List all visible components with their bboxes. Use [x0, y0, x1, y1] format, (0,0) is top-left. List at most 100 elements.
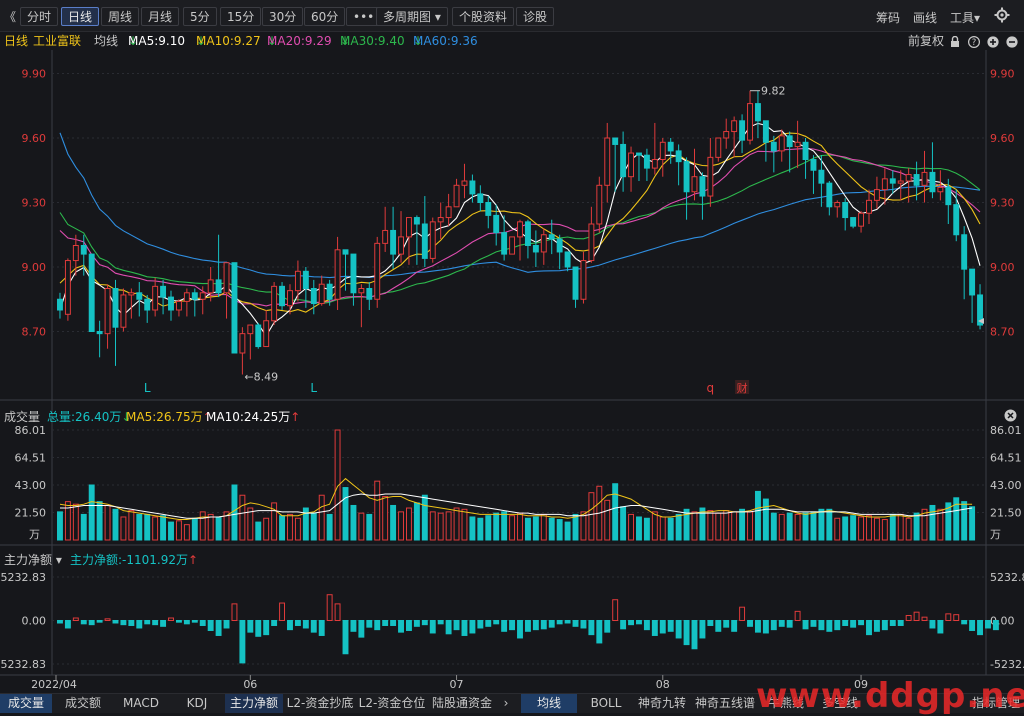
volume-bar: [739, 508, 746, 541]
flow-bar: [897, 620, 904, 626]
low-price-label: ←8.49: [244, 371, 278, 384]
candle-body: [866, 199, 872, 214]
price-tick-label-right: 9.60: [990, 132, 1015, 145]
candle-body: [524, 221, 531, 247]
flow-bar: [517, 620, 523, 639]
flow-bar: [509, 620, 516, 631]
stock-chart[interactable]: 9.90 9.90 9.60 9.60 9.30 9.30 9.00 9.00 8.70 8.70…: [0, 0, 1024, 713]
flow-bar: [88, 620, 95, 626]
tab-northbound[interactable]: 陆股通资金: [429, 694, 495, 713]
volume-bar: [247, 507, 254, 541]
candle-body: [683, 161, 690, 193]
flow-bar: [778, 620, 785, 627]
flow-bar: [937, 620, 944, 634]
candle-body: [604, 137, 611, 186]
flow-bar: [754, 620, 761, 633]
flow-bar: [905, 615, 912, 622]
volume-bar: [675, 513, 682, 541]
flow-bar: [366, 620, 373, 628]
tab-ma[interactable]: 均线: [521, 694, 577, 713]
candle-body: [437, 217, 444, 223]
volume-tick-label: 21.50: [15, 507, 47, 520]
candle-body: [318, 283, 325, 305]
volume-bar: [667, 517, 674, 541]
volume-bar: [231, 484, 238, 541]
event-marker: q: [707, 381, 715, 395]
candle-body: [921, 171, 928, 186]
flow-bar: [120, 620, 127, 626]
flow-bar: [279, 602, 286, 621]
volume-title[interactable]: 成交量: [4, 408, 40, 425]
flow-bar: [866, 620, 872, 636]
candle-body: [786, 135, 793, 148]
volume-bar: [628, 513, 635, 541]
flow-title-dropdown[interactable]: 主力净额 ▾: [4, 551, 62, 568]
caret-down-icon: ▾: [55, 553, 62, 567]
volume-bar: [929, 504, 936, 541]
flow-bar: [271, 620, 278, 626]
price-tick-label: 9.00: [22, 261, 47, 274]
candle-body: [382, 229, 389, 244]
candle-body: [881, 178, 888, 191]
flow-bar: [390, 620, 397, 626]
candle-body: [421, 223, 428, 259]
arrow-up-icon: ↑: [188, 553, 199, 567]
volume-total-text: 总量:26.40万: [47, 410, 122, 424]
tab-main-net[interactable]: 主力净额: [225, 694, 283, 713]
event-marker: L: [144, 381, 151, 395]
tab-volume[interactable]: 成交量: [0, 694, 52, 713]
flow-bar: [810, 620, 817, 627]
candle-body: [636, 152, 642, 156]
candle-body: [64, 260, 71, 315]
volume-bar: [588, 492, 595, 541]
volume-bar: [136, 513, 143, 541]
candle-body: [136, 292, 143, 300]
flow-bar: [255, 620, 262, 637]
tab-boll[interactable]: BOLL: [580, 694, 632, 713]
candle-body: [374, 242, 381, 300]
flow-bar: [873, 620, 880, 632]
candle-body: [207, 279, 214, 294]
volume-bar: [469, 516, 476, 541]
tab-magic-five[interactable]: 神奇五线谱: [692, 694, 758, 713]
volume-bar: [191, 517, 198, 541]
tab-l2-position[interactable]: L2-资金仓位: [357, 694, 427, 713]
volume-bar: [643, 517, 650, 541]
candle-body: [858, 212, 865, 227]
tab-kdj[interactable]: KDJ: [171, 694, 223, 713]
volume-tick-label-right: 43.00: [990, 479, 1022, 492]
tab-l2-bottom[interactable]: L2-资金抄底: [285, 694, 355, 713]
flow-bar: [770, 620, 777, 631]
volume-bar: [152, 516, 159, 541]
candle-body: [152, 285, 159, 311]
flow-tick-label: 5232.83: [1, 571, 47, 584]
candle-body: [183, 292, 190, 302]
candle-body: [279, 285, 286, 307]
flow-bar: [548, 620, 555, 628]
flow-bar: [104, 618, 111, 621]
volume-bar: [88, 484, 95, 541]
flow-bar: [636, 620, 642, 625]
price-tick-label: 9.30: [22, 197, 47, 210]
flow-bar: [992, 620, 999, 631]
volume-bar: [802, 512, 809, 541]
volume-bar: [326, 513, 333, 541]
tab-macd[interactable]: MACD: [114, 694, 168, 713]
tab-magic-nine[interactable]: 神奇九转: [634, 694, 690, 713]
flow-bar: [350, 620, 357, 632]
volume-tick-label: 64.51: [15, 451, 47, 464]
flow-bar: [532, 620, 539, 631]
volume-bar: [493, 512, 500, 541]
candle-body: [469, 180, 476, 195]
volume-bar: [651, 511, 658, 541]
volume-bar: [413, 502, 420, 541]
flow-bar: [667, 620, 674, 632]
flow-bar: [207, 620, 214, 631]
close-panel-icon[interactable]: [1004, 409, 1017, 425]
volume-bar: [826, 508, 833, 541]
flow-bar: [699, 620, 706, 639]
tab-turnover[interactable]: 成交额: [55, 694, 111, 713]
flow-bar: [374, 620, 381, 631]
flow-bar: [453, 620, 460, 631]
chevron-right-icon[interactable]: ›: [498, 694, 514, 713]
